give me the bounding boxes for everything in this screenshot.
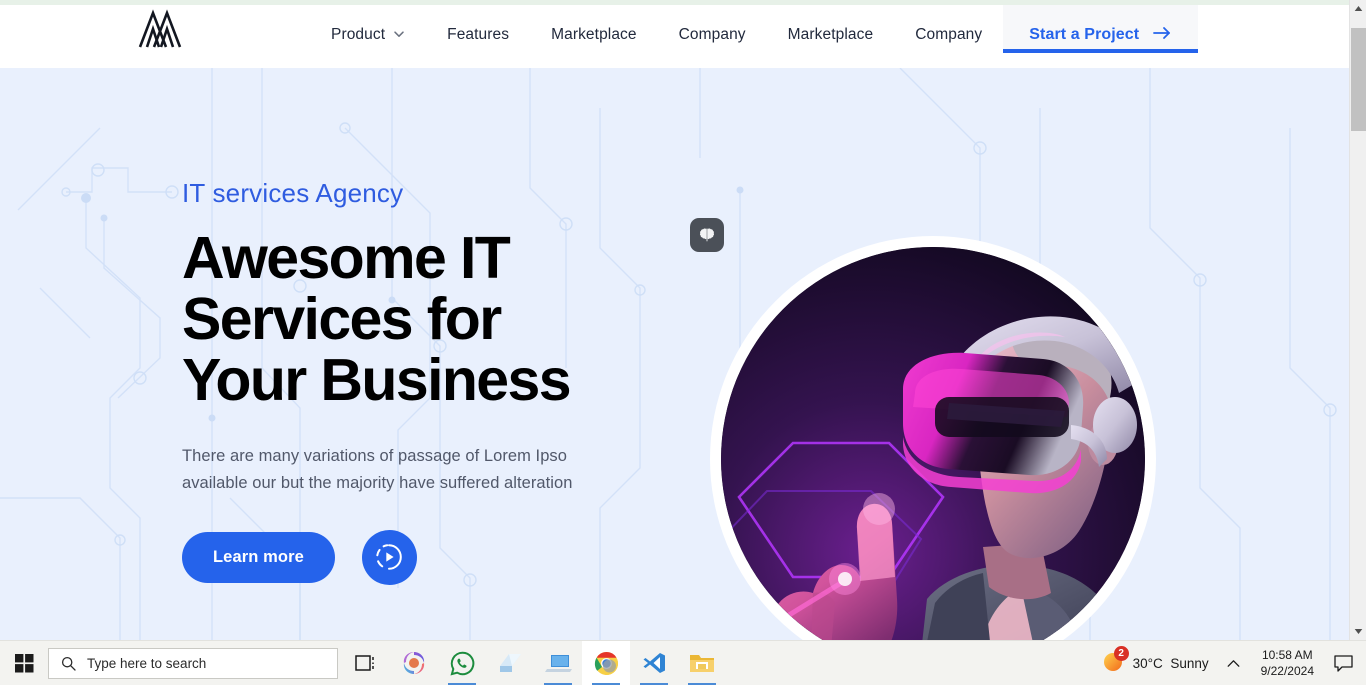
- remote-desktop-glyph: [544, 655, 572, 672]
- hero-action-row: Learn more: [182, 529, 702, 585]
- nav-item-company-1[interactable]: Company: [658, 5, 767, 53]
- arrow-right-icon: [1152, 25, 1172, 46]
- windows-taskbar: Type here to search 2 30°C Sunny 10:58 A…: [0, 640, 1366, 685]
- main-nav: Product Features Marketplace Company Mar…: [310, 5, 1199, 68]
- vscode-glyph: [643, 653, 665, 673]
- scrollbar-thumb[interactable]: [1351, 28, 1366, 131]
- nav-item-label: Company: [915, 26, 983, 43]
- weather-widget[interactable]: 2 30°C Sunny: [1096, 645, 1219, 677]
- logo-mark: [138, 9, 182, 48]
- sticky-notes-icon[interactable]: [486, 641, 534, 685]
- windows-start-icon[interactable]: [0, 641, 48, 685]
- system-tray: 2 30°C Sunny 10:58 AM 9/22/2024: [1096, 641, 1366, 685]
- brand-logo-icon[interactable]: [136, 7, 184, 49]
- hero-title-line-1: Awesome IT: [182, 225, 511, 291]
- screen: IT services Agency Awesome IT Services f…: [0, 0, 1366, 685]
- clock[interactable]: 10:58 AM 9/22/2024: [1249, 647, 1326, 679]
- nav-item-label: Company: [678, 26, 746, 43]
- chevron-down-icon: [393, 28, 405, 40]
- copilot-glyph: [403, 652, 425, 674]
- hero-subtitle-line-2: available our but the majority have suff…: [182, 474, 573, 493]
- sun-icon-wrap: 2: [1102, 645, 1129, 677]
- active-tab-underline: [1003, 49, 1199, 53]
- play-video-button[interactable]: [361, 529, 417, 585]
- weather-condition: Sunny: [1170, 655, 1209, 671]
- scroll-up-arrow-icon[interactable]: [1350, 0, 1366, 17]
- chrome-icon[interactable]: [582, 640, 630, 685]
- start-a-project-button[interactable]: Start a Project: [1003, 5, 1199, 53]
- vscode-icon[interactable]: [630, 641, 678, 685]
- weather-badge-count: 2: [1113, 645, 1129, 661]
- page-scrollbar[interactable]: [1349, 0, 1366, 640]
- whatsapp-glyph: [449, 651, 474, 676]
- brain-badge[interactable]: [690, 218, 724, 252]
- file-explorer-icon[interactable]: [678, 641, 726, 685]
- hero-section: IT services Agency Awesome IT Services f…: [0, 68, 1349, 640]
- chevron-up-icon[interactable]: [1219, 641, 1249, 685]
- notification-chat-icon[interactable]: [1326, 641, 1360, 685]
- sticky-notes-glyph: [500, 654, 521, 672]
- notification-glyph: [1333, 654, 1353, 672]
- webpage-viewport: IT services Agency Awesome IT Services f…: [0, 5, 1349, 640]
- search-icon: [61, 656, 76, 671]
- hero-title-line-3: Your Business: [182, 346, 572, 413]
- task-view-icon[interactable]: [342, 641, 390, 685]
- nav-item-marketplace-1[interactable]: Marketplace: [530, 5, 658, 53]
- weather-text: 30°C Sunny: [1133, 656, 1209, 671]
- nav-item-product[interactable]: Product: [310, 5, 426, 53]
- file-explorer-glyph: [690, 655, 714, 672]
- task-view-glyph: [355, 655, 374, 671]
- hero-title: Awesome IT Services for Your Business: [182, 228, 702, 410]
- nav-item-marketplace-2[interactable]: Marketplace: [767, 5, 895, 53]
- play-circle-icon: [376, 544, 403, 571]
- chrome-glyph: [594, 651, 618, 675]
- site-header: Product Features Marketplace Company Mar…: [0, 5, 1349, 68]
- hero-title-line-2: Services for: [182, 285, 502, 352]
- windows-logo-glyph: [14, 653, 33, 672]
- remote-desktop-icon[interactable]: [534, 641, 582, 685]
- nav-item-features[interactable]: Features: [426, 5, 530, 53]
- search-placeholder: Type here to search: [87, 655, 207, 671]
- nav-item-label: Product: [331, 26, 386, 43]
- brain-icon: [699, 228, 715, 242]
- vr-photo-artwork: [721, 247, 1145, 640]
- hero-subtitle-line-1: There are many variations of passage of …: [182, 447, 567, 466]
- whatsapp-icon[interactable]: [438, 641, 486, 685]
- taskbar-app-list: [342, 640, 726, 685]
- nav-item-label: Marketplace: [551, 26, 637, 43]
- weather-temperature: 30°C: [1132, 655, 1163, 671]
- clock-time: 10:58 AM: [1261, 647, 1313, 662]
- cta-label: Start a Project: [1029, 26, 1140, 43]
- nav-item-label: Marketplace: [787, 26, 874, 43]
- hero-text-column: IT services Agency Awesome IT Services f…: [182, 180, 702, 585]
- vr-headset-photo: [721, 247, 1145, 640]
- clock-date: 9/22/2024: [1260, 664, 1314, 678]
- nav-item-company-2[interactable]: Company: [894, 5, 1003, 53]
- hero-subtitle: There are many variations of passage of …: [182, 443, 702, 496]
- copilot-icon[interactable]: [390, 641, 438, 685]
- scroll-down-arrow-icon[interactable]: [1350, 623, 1366, 640]
- search-input[interactable]: Type here to search: [48, 647, 338, 679]
- nav-item-label: Features: [447, 26, 510, 43]
- learn-more-button[interactable]: Learn more: [182, 531, 335, 583]
- hero-eyebrow: IT services Agency: [182, 178, 404, 208]
